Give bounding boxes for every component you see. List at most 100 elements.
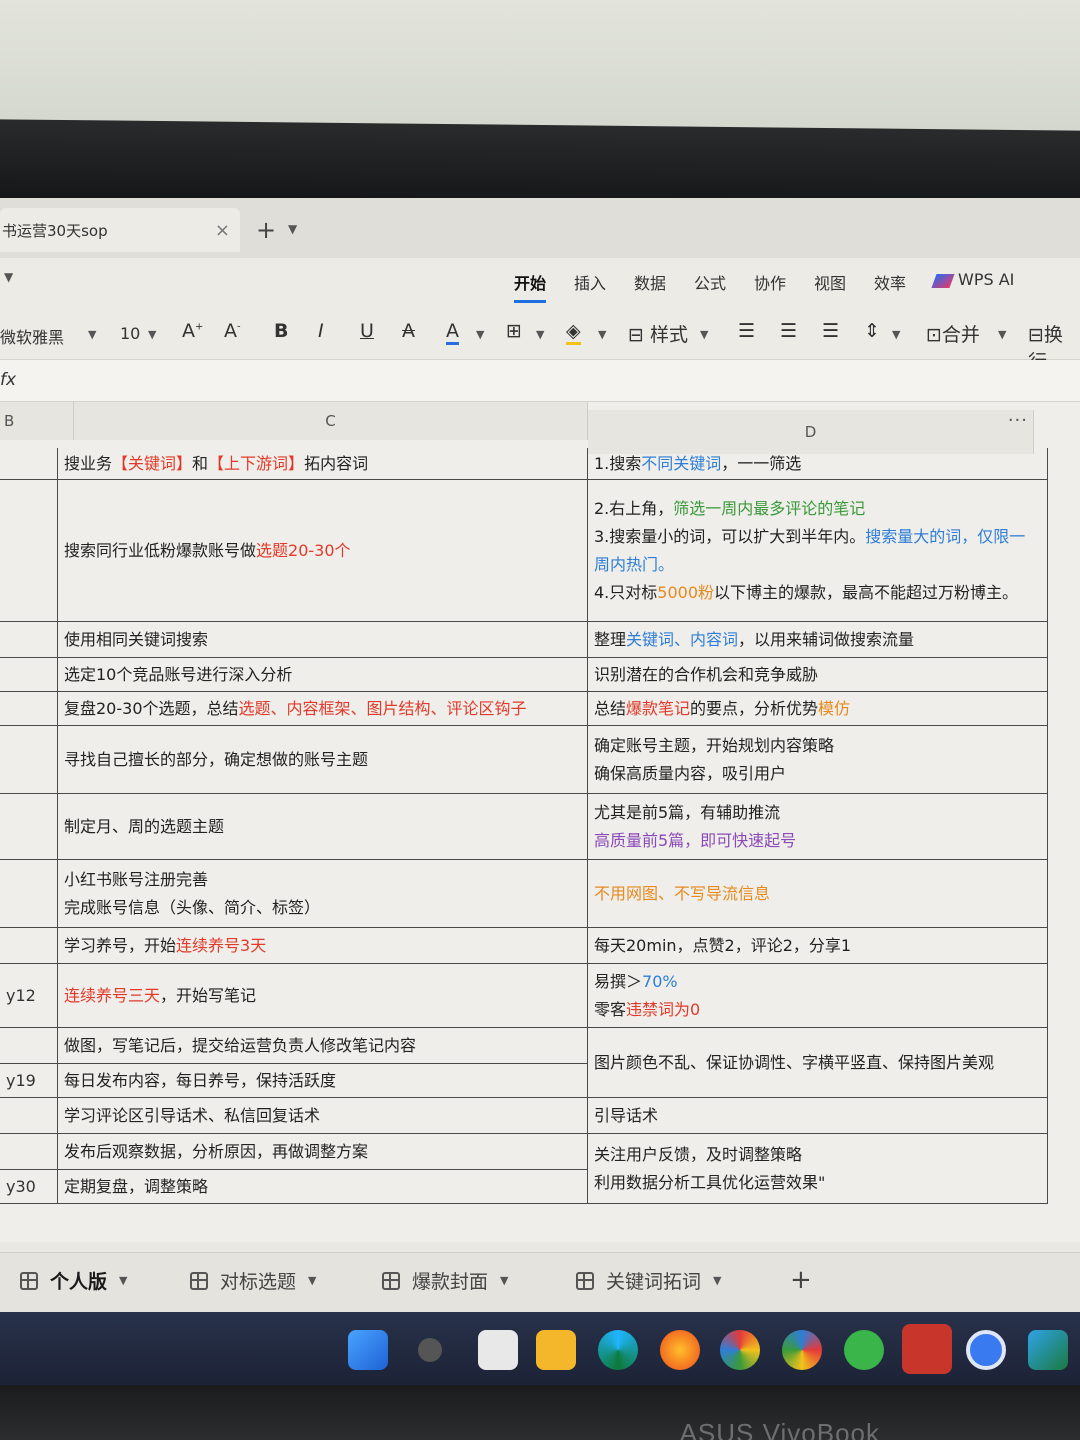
chevron-down-icon[interactable]: ▼ bbox=[288, 222, 297, 236]
cell-b[interactable]: y30 bbox=[0, 1170, 58, 1203]
cell-c[interactable]: 每日发布内容，每日养号，保持活跃度 bbox=[58, 1064, 588, 1097]
menu-view[interactable]: 视图 bbox=[814, 270, 846, 294]
strikethrough-button[interactable]: A bbox=[402, 320, 415, 342]
sheet-tab-keywords[interactable]: 关键词拓词 ▼ bbox=[576, 1267, 721, 1294]
search-icon[interactable] bbox=[418, 1338, 442, 1362]
app-icon[interactable] bbox=[966, 1330, 1006, 1370]
cell-c[interactable]: 定期复盘，调整策略 bbox=[58, 1170, 588, 1203]
chevron-down-icon[interactable]: ▼ bbox=[536, 328, 544, 341]
menu-collab[interactable]: 协作 bbox=[754, 270, 786, 294]
column-header-c[interactable]: C bbox=[74, 402, 588, 440]
chevron-down-icon[interactable]: ▼ bbox=[713, 1274, 721, 1287]
menu-wps-ai[interactable]: WPS AI bbox=[931, 270, 1014, 289]
cell-b[interactable] bbox=[0, 726, 58, 793]
merged-cell-d[interactable]: 图片颜色不乱、保证协调性、字横平竖直、保持图片美观 bbox=[588, 1028, 1048, 1098]
styles-button[interactable]: ⊟ 样式 bbox=[628, 320, 688, 347]
chevron-down-icon[interactable]: ▼ bbox=[892, 328, 900, 341]
chevron-down-icon[interactable]: ▼ bbox=[500, 1274, 508, 1287]
cell-d[interactable]: 总结爆款笔记的要点，分析优势模仿 bbox=[588, 692, 1048, 725]
menu-data[interactable]: 数据 bbox=[634, 270, 666, 294]
edge-icon[interactable] bbox=[598, 1330, 638, 1370]
cell-b[interactable]: y19 bbox=[0, 1064, 58, 1097]
chevron-down-icon[interactable]: ▼ bbox=[4, 270, 13, 284]
cell-b[interactable] bbox=[0, 860, 58, 927]
document-tab[interactable]: 书运营30天sop × bbox=[0, 208, 240, 252]
ie-icon[interactable] bbox=[844, 1330, 884, 1370]
chevron-down-icon[interactable]: ▼ bbox=[998, 328, 1006, 341]
cell-c[interactable]: 做图，写笔记后，提交给运营负责人修改笔记内容 bbox=[58, 1028, 588, 1063]
cell-d[interactable]: 易撰＞70% 零客违禁词为0 bbox=[588, 964, 1048, 1027]
chevron-down-icon[interactable]: ▼ bbox=[598, 328, 606, 341]
cell-c[interactable]: 复盘20-30个选题，总结选题、内容框架、图片结构、评论区钩子 bbox=[58, 692, 588, 725]
cell-b[interactable] bbox=[0, 1134, 58, 1169]
cell-b[interactable] bbox=[0, 794, 58, 859]
align-right-button[interactable]: ☰ bbox=[822, 320, 839, 342]
cell-c[interactable]: 寻找自己擅长的部分，确定想做的账号主题 bbox=[58, 726, 588, 793]
vertical-align-button[interactable]: ⇕ bbox=[864, 320, 880, 342]
borders-button[interactable]: ⊞ bbox=[506, 320, 522, 342]
cell-b[interactable] bbox=[0, 448, 58, 479]
add-sheet-button[interactable]: + bbox=[790, 1265, 812, 1295]
cell-d[interactable]: 整理关键词、内容词，以用来辅词做搜索流量 bbox=[588, 622, 1048, 657]
shrink-font-button[interactable]: A- bbox=[224, 320, 241, 342]
cell-c[interactable]: 发布后观察数据，分析原因，再做调整方案 bbox=[58, 1134, 588, 1169]
align-left-button[interactable]: ☰ bbox=[738, 320, 755, 342]
more-icon[interactable]: ··· bbox=[1008, 410, 1028, 431]
browser-icon[interactable] bbox=[720, 1330, 760, 1370]
menu-formula[interactable]: 公式 bbox=[694, 270, 726, 294]
task-view-icon[interactable] bbox=[478, 1330, 518, 1370]
chevron-down-icon[interactable]: ▼ bbox=[119, 1274, 127, 1287]
bold-button[interactable]: B bbox=[274, 320, 288, 342]
cell-d[interactable]: 每天20min，点赞2，评论2，分享1 bbox=[588, 928, 1048, 963]
cell-c[interactable]: 搜索同行业低粉爆款账号做选题20-30个 bbox=[58, 480, 588, 621]
merged-cell-d[interactable]: 关注用户反馈，及时调整策略 利用数据分析工具优化运营效果" bbox=[588, 1134, 1048, 1204]
cell-d[interactable]: 引导话术 bbox=[588, 1098, 1048, 1133]
cell-c[interactable]: 学习评论区引导话术、私信回复话术 bbox=[58, 1098, 588, 1133]
cell-d[interactable]: 尤其是前5篇，有辅助推流 高质量前5篇，即可快速起号 bbox=[588, 794, 1048, 859]
browser-alt-icon[interactable] bbox=[782, 1330, 822, 1370]
cell-b[interactable] bbox=[0, 658, 58, 691]
font-size-select[interactable]: 10 bbox=[120, 324, 140, 343]
fill-color-button[interactable]: ◈ bbox=[566, 320, 581, 345]
cell-b[interactable]: y12 bbox=[0, 964, 58, 1027]
cell-c[interactable]: 连续养号三天，开始写笔记 bbox=[58, 964, 588, 1027]
cell-c[interactable]: 学习养号，开始连续养号3天 bbox=[58, 928, 588, 963]
merge-button[interactable]: ⊡合并 bbox=[926, 320, 980, 347]
cell-c[interactable]: 使用相同关键词搜索 bbox=[58, 622, 588, 657]
menu-insert[interactable]: 插入 bbox=[574, 270, 606, 294]
file-explorer-icon[interactable] bbox=[536, 1330, 576, 1370]
underline-button[interactable]: U bbox=[360, 320, 374, 342]
cell-d[interactable]: 识别潜在的合作机会和竞争威胁 bbox=[588, 658, 1048, 691]
cell-b[interactable] bbox=[0, 1028, 58, 1063]
menu-home[interactable]: 开始 bbox=[514, 270, 547, 303]
app2-icon[interactable] bbox=[1028, 1330, 1068, 1370]
cell-b[interactable] bbox=[0, 692, 58, 725]
firefox-icon[interactable] bbox=[660, 1330, 700, 1370]
column-header-b[interactable]: B bbox=[0, 402, 74, 440]
cell-d[interactable]: 确定账号主题，开始规划内容策略 确保高质量内容，吸引用户 bbox=[588, 726, 1048, 793]
chevron-down-icon[interactable]: ▼ bbox=[700, 328, 708, 341]
menu-efficiency[interactable]: 效率 bbox=[874, 270, 906, 294]
font-color-button[interactable]: A bbox=[446, 320, 459, 345]
chevron-down-icon[interactable]: ▼ bbox=[148, 328, 156, 341]
cell-d[interactable]: 1.搜索不同关键词，一一筛选 bbox=[588, 448, 1048, 479]
cell-c[interactable]: 小红书账号注册完善 完成账号信息（头像、简介、标签） bbox=[58, 860, 588, 927]
chevron-down-icon[interactable]: ▼ bbox=[476, 328, 484, 341]
new-tab-button[interactable]: + bbox=[256, 216, 276, 244]
start-icon[interactable] bbox=[348, 1330, 388, 1370]
align-center-button[interactable]: ☰ bbox=[780, 320, 797, 342]
italic-button[interactable]: I bbox=[318, 320, 324, 342]
formula-bar[interactable]: fx bbox=[0, 360, 1080, 402]
cell-c[interactable]: 制定月、周的选题主题 bbox=[58, 794, 588, 859]
cell-d[interactable]: 不用网图、不写导流信息 bbox=[588, 860, 1048, 927]
chevron-down-icon[interactable]: ▼ bbox=[308, 1274, 316, 1287]
cell-b[interactable] bbox=[0, 928, 58, 963]
close-icon[interactable]: × bbox=[215, 220, 230, 241]
sheet-tab-benchmark[interactable]: 对标选题 ▼ bbox=[190, 1267, 316, 1294]
cell-c[interactable]: 选定10个竞品账号进行深入分析 bbox=[58, 658, 588, 691]
chevron-down-icon[interactable]: ▼ bbox=[88, 328, 96, 341]
cell-c[interactable]: 搜业务【关键词】和【上下游词】拓内容词 bbox=[58, 448, 588, 479]
wps-icon[interactable] bbox=[902, 1324, 952, 1374]
grow-font-button[interactable]: A+ bbox=[182, 320, 203, 342]
cell-b[interactable] bbox=[0, 622, 58, 657]
